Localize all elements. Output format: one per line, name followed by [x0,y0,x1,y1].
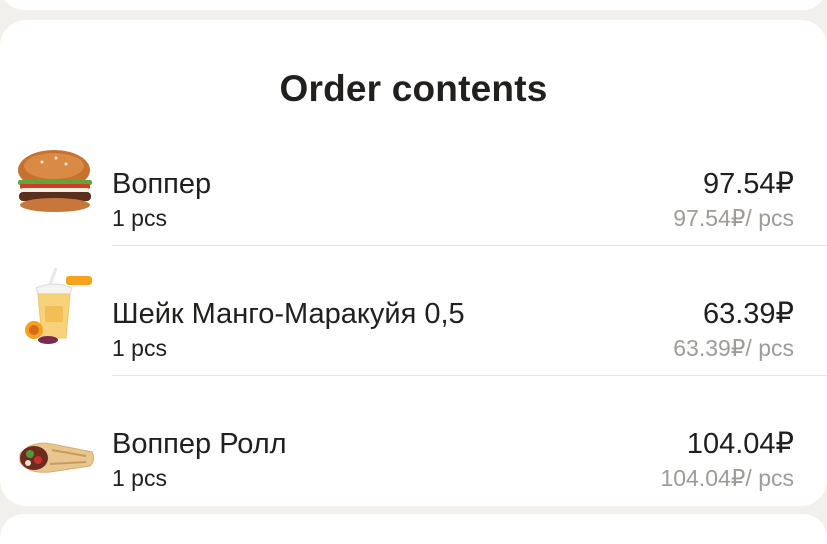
item-quantity: 1 pcs [112,205,167,231]
order-item: Воппер Ролл 1 pcs 104.04₽ 104.04₽/ pcs [0,380,827,506]
order-item: Шейк Манго-Маракуйя 0,5 1 pcs 63.39₽ 63.… [0,250,827,380]
order-contents-card: Order contents Воппер 1 pcs 97.54₽ 97.54… [0,20,827,506]
divider [112,375,827,376]
item-quantity: 1 pcs [112,335,167,361]
item-price: 63.39₽ [702,298,794,330]
burger-icon [12,136,98,222]
order-item: Воппер 1 pcs 97.54₽ 97.54₽/ pcs [0,120,827,250]
item-price: 104.04₽ [686,428,794,460]
item-name: Воппер [112,168,212,200]
divider [112,245,827,246]
item-quantity: 1 pcs [112,465,167,491]
milkshake-icon [12,266,98,352]
item-price: 97.54₽ [702,168,794,200]
item-name: Воппер Ролл [112,428,287,460]
wrap-roll-icon [12,410,98,496]
next-card [0,514,827,544]
previous-card [0,0,827,10]
item-unit-price: 63.39₽/ pcs [673,335,794,361]
order-contents-title: Order contents [279,68,548,109]
item-unit-price: 104.04₽/ pcs [660,465,794,491]
item-name: Шейк Манго-Маракуйя 0,5 [112,298,465,330]
item-unit-price: 97.54₽/ pcs [673,205,794,231]
